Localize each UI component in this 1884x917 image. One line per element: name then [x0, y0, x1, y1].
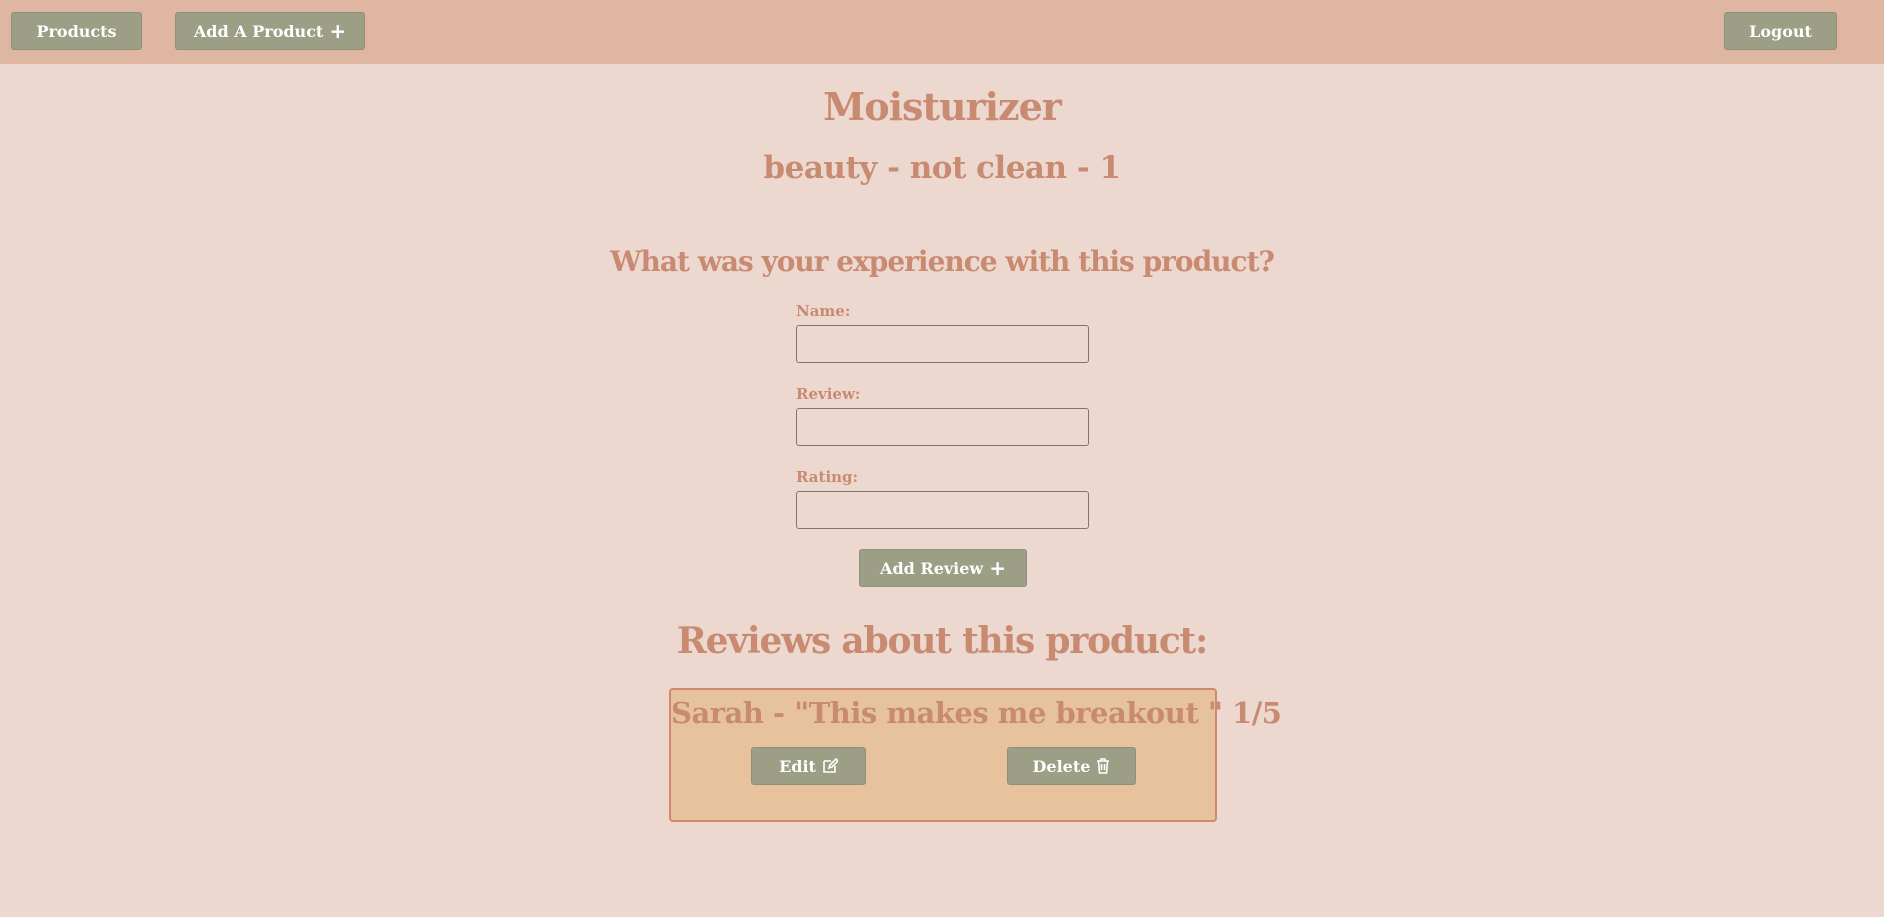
reviews-heading: Reviews about this product: [676, 620, 1208, 662]
review-input[interactable] [796, 408, 1089, 446]
review-label: Review: [796, 385, 861, 403]
review-text: Sarah - "This makes me breakout " 1/5 [671, 696, 1282, 730]
review-form-heading: What was your experience with this produ… [610, 245, 1275, 278]
product-title: Moisturizer [823, 84, 1062, 129]
rating-input[interactable] [796, 491, 1089, 529]
trash-icon [1096, 758, 1110, 774]
name-input[interactable] [796, 325, 1089, 363]
edit-button-label: Edit [779, 756, 816, 776]
plus-icon: + [989, 556, 1006, 580]
add-review-button[interactable]: Add Review + [859, 549, 1027, 587]
logout-button-label: Logout [1749, 21, 1812, 41]
add-product-button[interactable]: Add A Product + [175, 12, 365, 50]
plus-icon: + [329, 19, 347, 43]
add-product-button-label: Add A Product [193, 21, 324, 41]
edit-review-button[interactable]: Edit [751, 747, 866, 785]
delete-review-button[interactable]: Delete [1007, 747, 1136, 785]
delete-button-label: Delete [1032, 756, 1091, 776]
name-label: Name: [796, 302, 851, 320]
products-button-label: Products [36, 21, 117, 41]
product-subtitle: beauty - not clean - 1 [763, 150, 1121, 186]
logout-button[interactable]: Logout [1724, 12, 1837, 50]
navbar: Products Add A Product + Logout [0, 0, 1884, 64]
review-card: Sarah - "This makes me breakout " 1/5 Ed… [669, 688, 1282, 822]
rating-label: Rating: [796, 468, 859, 486]
products-button[interactable]: Products [11, 12, 142, 50]
edit-icon [822, 758, 838, 774]
add-review-button-label: Add Review [880, 558, 984, 578]
